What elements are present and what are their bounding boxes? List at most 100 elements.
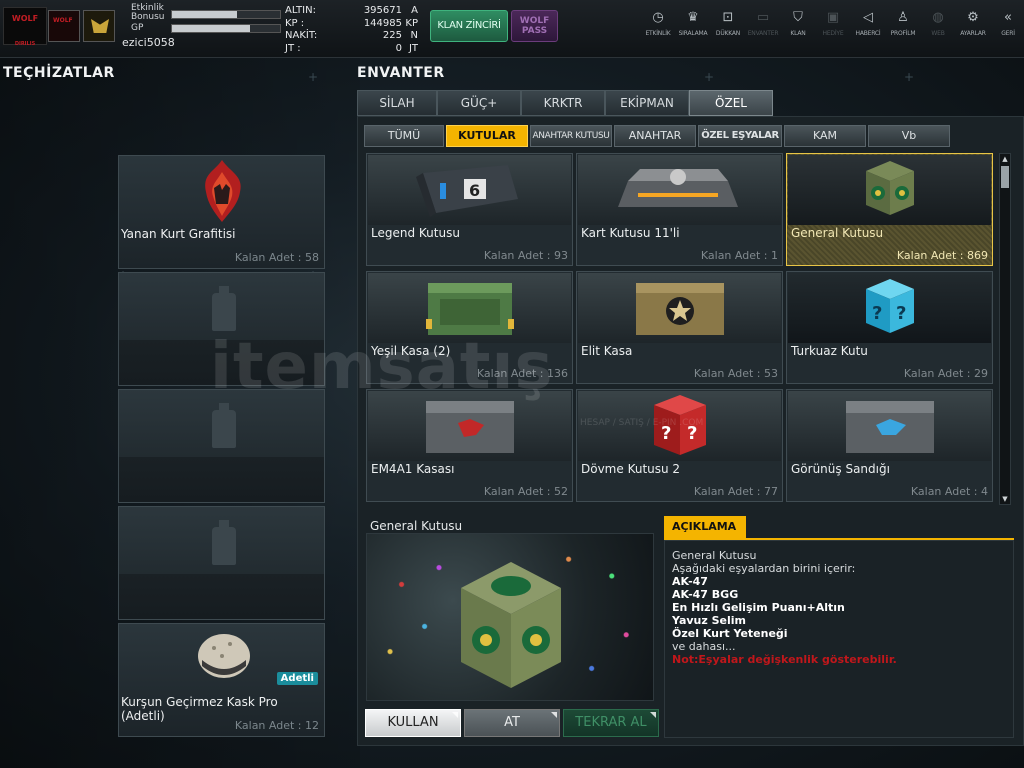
emblem-text: WOLF xyxy=(53,17,73,24)
item-name: EM4A1 Kasası xyxy=(371,462,455,476)
drop-button[interactable]: AT xyxy=(464,709,560,737)
subtab-ozel-esyalar[interactable]: ÖZEL EŞYALAR xyxy=(698,125,782,147)
item-card-elit-kasa[interactable]: Elit Kasa Kalan Adet : 53 xyxy=(576,271,783,384)
currency-row-kp: KP : 144985 KP xyxy=(285,18,420,31)
wolf-pass-button[interactable]: WOLF PASS xyxy=(511,10,558,42)
item-count: Kalan Adet : 1 xyxy=(700,249,778,262)
spray-can-icon xyxy=(212,520,236,565)
nav-megaphone[interactable]: ◁ HABERCİ xyxy=(848,10,888,37)
svg-text:?: ? xyxy=(896,303,906,324)
item-card-gorunus-sandigi[interactable]: Görünüş Sandığı Kalan Adet : 4 xyxy=(786,389,993,502)
buy-again-button[interactable]: TEKRAR AL xyxy=(563,709,659,737)
item-count: Kalan Adet : 29 xyxy=(903,367,988,380)
item-name: Kart Kutusu 11'li xyxy=(581,226,680,240)
scroll-down-icon[interactable]: ▼ xyxy=(1000,494,1010,504)
item-grid-scrollbar[interactable]: ▲ ▼ xyxy=(999,153,1011,505)
inventory-tabs: SİLAH GÜÇ+ KRKTR EKİPMAN ÖZEL xyxy=(357,90,773,116)
svg-text:?: ? xyxy=(872,303,882,324)
top-bar: WOLF DIRILIS WOLF Etkinlik Bonusu GP ezi… xyxy=(0,0,1024,58)
general-box-icon xyxy=(866,161,914,215)
nav-stopwatch[interactable]: ◷ ETKİNLİK xyxy=(638,10,678,37)
bonus-label: Etkinlik Bonusu xyxy=(131,3,165,22)
currency-panel: ALTIN: 395671 A KP : 144985 KP NAKİT: 22… xyxy=(285,5,420,55)
nav-cart[interactable]: ⊡ DÜKKAN xyxy=(708,10,748,37)
description-item: Özel Kurt Yeteneği xyxy=(672,627,788,640)
currency-value: 0 xyxy=(395,42,402,54)
currency-unit: A xyxy=(411,5,418,16)
selected-item-preview xyxy=(366,533,654,701)
currency-key: NAKİT: xyxy=(285,30,318,41)
rank-emblem-icon[interactable] xyxy=(83,10,115,42)
nav-profile[interactable]: ♙ PROFİLM xyxy=(883,10,923,37)
item-card-em4a1-kasasi[interactable]: EM4A1 Kasası Kalan Adet : 52 xyxy=(366,389,573,502)
item-grid: 6 Legend Kutusu Kalan Adet : 93 Kart Kut… xyxy=(366,153,996,505)
nav-globe[interactable]: ◍ WEB xyxy=(918,10,958,37)
equipment-title: TEÇHİZATLAR xyxy=(3,65,115,81)
inventory-title: ENVANTER xyxy=(357,65,445,81)
nav-gear[interactable]: ⚙ AYARLAR xyxy=(953,10,993,37)
subtab-tumu[interactable]: TÜMÜ xyxy=(364,125,444,147)
spray-can-icon xyxy=(212,286,236,331)
currency-value: 395671 xyxy=(363,5,402,16)
slot-item-count: Kalan Adet : 58 xyxy=(234,251,319,264)
subtab-anahtar[interactable]: ANAHTAR xyxy=(614,125,696,147)
nav-label: ENVANTER xyxy=(747,30,779,37)
nav-label: SIRALAMA xyxy=(678,30,708,37)
currency-value: 225 xyxy=(382,30,402,41)
plus-mark: + xyxy=(904,70,915,84)
scrollbar-thumb[interactable] xyxy=(1001,166,1009,188)
svg-text:6: 6 xyxy=(469,181,480,200)
item-image: 6 xyxy=(368,155,571,225)
scroll-up-icon[interactable]: ▲ xyxy=(1000,154,1010,164)
subtab-kutular[interactable]: KUTULAR xyxy=(446,125,528,147)
nav-rank[interactable]: ♛ SIRALAMA xyxy=(673,10,713,37)
equipment-slot-helmet[interactable]: Adetli Kurşun Geçirmez Kask Pro (Adetli)… xyxy=(118,623,325,737)
description-header: AÇIKLAMA xyxy=(664,516,746,538)
nav-back[interactable]: « GERİ xyxy=(988,10,1024,37)
back-icon: « xyxy=(1004,10,1012,25)
item-name: Turkuaz Kutu xyxy=(791,344,868,358)
tab-ozel[interactable]: ÖZEL xyxy=(689,90,773,116)
nav-shield[interactable]: ⛉ KLAN xyxy=(778,10,818,37)
item-name: Görünüş Sandığı xyxy=(791,462,890,476)
nav-label: ETKİNLİK xyxy=(645,30,671,37)
item-card-general-kutusu[interactable]: General Kutusu Kalan Adet : 869 xyxy=(786,153,993,266)
nav-label: AYARLAR xyxy=(960,30,986,37)
selected-item-title: General Kutusu xyxy=(370,519,463,533)
item-card-legend-kutusu[interactable]: 6 Legend Kutusu Kalan Adet : 93 xyxy=(366,153,573,266)
item-count: Kalan Adet : 77 xyxy=(693,485,778,498)
item-card-turkuaz-kutu[interactable]: ? ? Turkuaz Kutu Kalan Adet : 29 xyxy=(786,271,993,384)
subtab-vb[interactable]: Vb xyxy=(868,125,950,147)
item-name: Legend Kutusu xyxy=(371,226,460,240)
currency-row-jt: JT : 0 JT xyxy=(285,43,420,56)
item-card-kart-kutusu[interactable]: Kart Kutusu 11'li Kalan Adet : 1 xyxy=(576,153,783,266)
tab-silah[interactable]: SİLAH xyxy=(357,90,437,116)
equipment-slot-empty[interactable] xyxy=(118,506,325,620)
clan-emblem[interactable]: WOLF xyxy=(48,10,80,42)
tab-krktr[interactable]: KRKTR xyxy=(521,90,605,116)
nav-label: DÜKKAN xyxy=(715,30,741,37)
subtab-anahtar-kutusu[interactable]: ANAHTAR KUTUSU xyxy=(530,125,612,147)
slot-item-name: Yanan Kurt Grafitisi xyxy=(121,227,236,241)
equipment-slot-empty[interactable] xyxy=(118,389,325,503)
item-image xyxy=(578,273,781,343)
item-card-dovme-kutusu[interactable]: ? ? Dövme Kutusu 2 Kalan Adet : 77 xyxy=(576,389,783,502)
profile-icon: ♙ xyxy=(897,10,909,25)
currency-row-cash: NAKİT: 225 N xyxy=(285,30,420,43)
slot-item-count: Kalan Adet : 12 xyxy=(234,719,319,732)
equipment-slot-graffiti[interactable]: Yanan Kurt Grafitisi Kalan Adet : 58 xyxy=(118,155,325,269)
item-name: General Kutusu xyxy=(791,226,884,240)
subtab-kam[interactable]: KAM xyxy=(784,125,866,147)
currency-value: 144985 xyxy=(363,17,402,29)
nav-inventory[interactable]: ▭ ENVANTER xyxy=(743,10,783,37)
tab-ekipman[interactable]: EKİPMAN xyxy=(605,90,689,116)
spray-can-icon xyxy=(212,403,236,448)
nav-gift[interactable]: ▣ HEDİYE xyxy=(813,10,853,37)
shield-icon: ⛉ xyxy=(793,10,803,25)
watermark: itemsatış xyxy=(210,330,554,404)
tab-guc[interactable]: GÜÇ+ xyxy=(437,90,521,116)
currency-row-gold: ALTIN: 395671 A xyxy=(285,5,420,18)
use-button[interactable]: KULLAN xyxy=(365,709,461,737)
currency-key: ALTIN: xyxy=(285,5,316,16)
clan-chain-button[interactable]: KLAN ZİNCİRİ xyxy=(430,10,508,42)
